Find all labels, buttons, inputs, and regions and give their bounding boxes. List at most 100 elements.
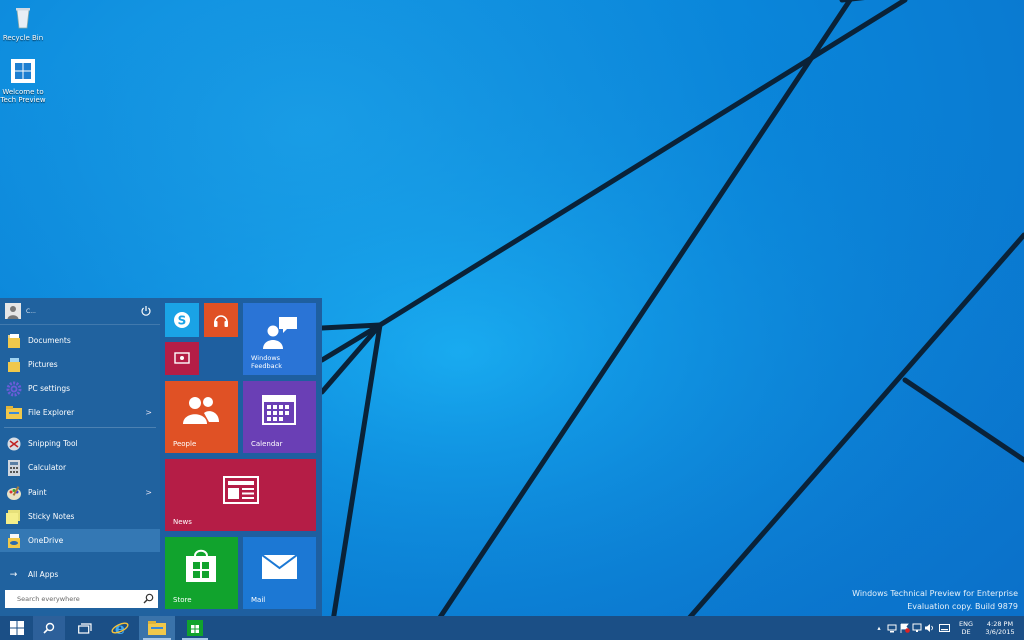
windows-start-icon xyxy=(9,621,24,635)
menu-item-onedrive[interactable]: OneDrive xyxy=(0,529,160,552)
build-watermark: Windows Technical Preview for Enterprise… xyxy=(852,589,1018,611)
user-row[interactable]: C... xyxy=(0,298,160,325)
menu-item-label: Calculator xyxy=(28,463,67,472)
snipping-tool-icon xyxy=(5,435,22,452)
menu-item-documents[interactable]: Documents xyxy=(0,329,160,352)
tile-video[interactable] xyxy=(165,342,199,375)
watermark-line-1: Windows Technical Preview for Enterprise xyxy=(852,589,1018,598)
menu-item-label: Documents xyxy=(28,336,71,345)
ethernet-icon xyxy=(912,623,922,632)
all-apps-label: All Apps xyxy=(28,570,59,579)
keyboard-layout: DE xyxy=(961,628,971,636)
tile-label: Store xyxy=(173,596,192,604)
people-icon xyxy=(183,397,219,424)
menu-item-label: File Explorer xyxy=(28,408,75,417)
mail-envelope-icon xyxy=(262,555,297,579)
language-code: ENG xyxy=(958,620,973,628)
arrow-right-icon: → xyxy=(9,569,18,580)
tile-label: News xyxy=(173,518,192,526)
menu-item-sticky-notes[interactable]: Sticky Notes xyxy=(0,505,160,528)
paint-palette-icon xyxy=(5,484,22,501)
tray-input-language[interactable]: ENG DE xyxy=(955,620,977,636)
keyboard-icon xyxy=(938,623,950,632)
feedback-icon xyxy=(263,317,297,349)
menu-item-paint[interactable]: Paint > xyxy=(0,481,160,504)
windows-logo-icon xyxy=(11,59,35,83)
svg-text:S: S xyxy=(178,314,187,328)
power-icon[interactable] xyxy=(140,305,152,317)
file-explorer-icon xyxy=(5,404,22,421)
tile-label: Mail xyxy=(251,596,266,604)
tray-action-center[interactable] xyxy=(899,616,911,640)
start-menu: C... Documents Pictures PC settings File… xyxy=(0,298,322,616)
tile-label: People xyxy=(173,440,197,448)
sticky-notes-icon xyxy=(5,508,22,525)
menu-item-file-explorer[interactable]: File Explorer > xyxy=(0,401,160,424)
tray-volume[interactable] xyxy=(923,616,935,640)
recycle-bin-icon xyxy=(16,8,30,29)
store-bag-icon xyxy=(187,620,203,636)
search-input[interactable]: Search everywhere xyxy=(5,590,158,608)
start-button[interactable] xyxy=(0,616,33,640)
tile-calendar[interactable]: Calendar xyxy=(243,381,316,453)
flag-alert-icon xyxy=(900,623,910,633)
folder-onedrive-icon xyxy=(5,532,22,549)
clock-time: 4:28 PM xyxy=(986,620,1014,628)
menu-item-pc-settings[interactable]: PC settings xyxy=(0,377,160,400)
tile-label: Calendar xyxy=(251,440,283,448)
tile-mail[interactable]: Mail xyxy=(243,537,316,609)
speaker-icon xyxy=(925,624,933,632)
tile-music[interactable] xyxy=(204,303,238,337)
menu-item-label: PC settings xyxy=(28,384,71,393)
clock-date: 3/6/2015 xyxy=(985,628,1015,636)
search-icon xyxy=(43,622,55,634)
start-menu-left-pane: C... Documents Pictures PC settings File… xyxy=(0,298,160,616)
task-view-button[interactable] xyxy=(70,616,100,640)
store-bag-icon xyxy=(186,549,216,582)
tile-windows-feedback[interactable]: Windows Feedback xyxy=(243,303,316,375)
internet-explorer-icon: e xyxy=(111,619,129,637)
tray-connection[interactable] xyxy=(911,616,923,640)
menu-item-snipping-tool[interactable]: Snipping Tool xyxy=(0,432,160,455)
headphones-icon xyxy=(214,315,228,327)
menu-item-label: Paint xyxy=(28,488,47,497)
all-apps-button[interactable]: → All Apps xyxy=(0,563,160,586)
menu-item-label: OneDrive xyxy=(28,536,64,545)
menu-separator xyxy=(4,427,156,428)
folder-pictures-icon xyxy=(5,356,22,373)
user-avatar-icon xyxy=(5,303,21,319)
chevron-right-icon[interactable]: > xyxy=(145,408,152,417)
desktop-icon-label: Recycle Bin xyxy=(2,34,44,42)
tile-skype[interactable]: S xyxy=(165,303,199,337)
search-placeholder: Search everywhere xyxy=(17,595,80,603)
taskbar: e ▴ ENG DE 4:28 PM 3/6/2015 xyxy=(0,616,1024,640)
search-icon[interactable] xyxy=(143,593,154,604)
menu-item-label: Pictures xyxy=(28,360,58,369)
user-name: C... xyxy=(26,307,36,315)
chevron-right-icon[interactable]: > xyxy=(145,488,152,497)
menu-item-pictures[interactable]: Pictures xyxy=(0,353,160,376)
tray-network[interactable] xyxy=(886,616,898,640)
video-icon xyxy=(174,352,190,364)
gear-icon xyxy=(5,380,22,397)
desktop-icon-label: Welcome to Tech Preview xyxy=(0,88,46,104)
menu-item-label: Snipping Tool xyxy=(28,439,78,448)
svg-text:e: e xyxy=(115,619,125,637)
desktop-icon-welcome[interactable]: Welcome to Tech Preview xyxy=(0,58,46,104)
tray-overflow-arrow[interactable]: ▴ xyxy=(874,624,884,632)
taskbar-search-button[interactable] xyxy=(33,616,65,640)
desktop-icon-recycle-bin[interactable]: Recycle Bin xyxy=(0,4,46,42)
menu-item-calculator[interactable]: Calculator xyxy=(0,456,160,479)
tile-store[interactable]: Store xyxy=(165,537,238,609)
file-explorer-icon xyxy=(148,621,166,635)
tile-news[interactable]: News xyxy=(165,459,316,531)
tile-people[interactable]: People xyxy=(165,381,238,453)
taskbar-internet-explorer[interactable]: e xyxy=(104,616,136,640)
taskbar-store[interactable] xyxy=(178,616,212,640)
news-icon xyxy=(223,476,259,504)
menu-item-label: Sticky Notes xyxy=(28,512,75,521)
taskbar-file-explorer[interactable] xyxy=(139,616,175,640)
tray-keyboard[interactable] xyxy=(937,616,951,640)
watermark-line-2: Evaluation copy. Build 9879 xyxy=(907,602,1018,611)
tray-clock[interactable]: 4:28 PM 3/6/2015 xyxy=(980,620,1020,636)
